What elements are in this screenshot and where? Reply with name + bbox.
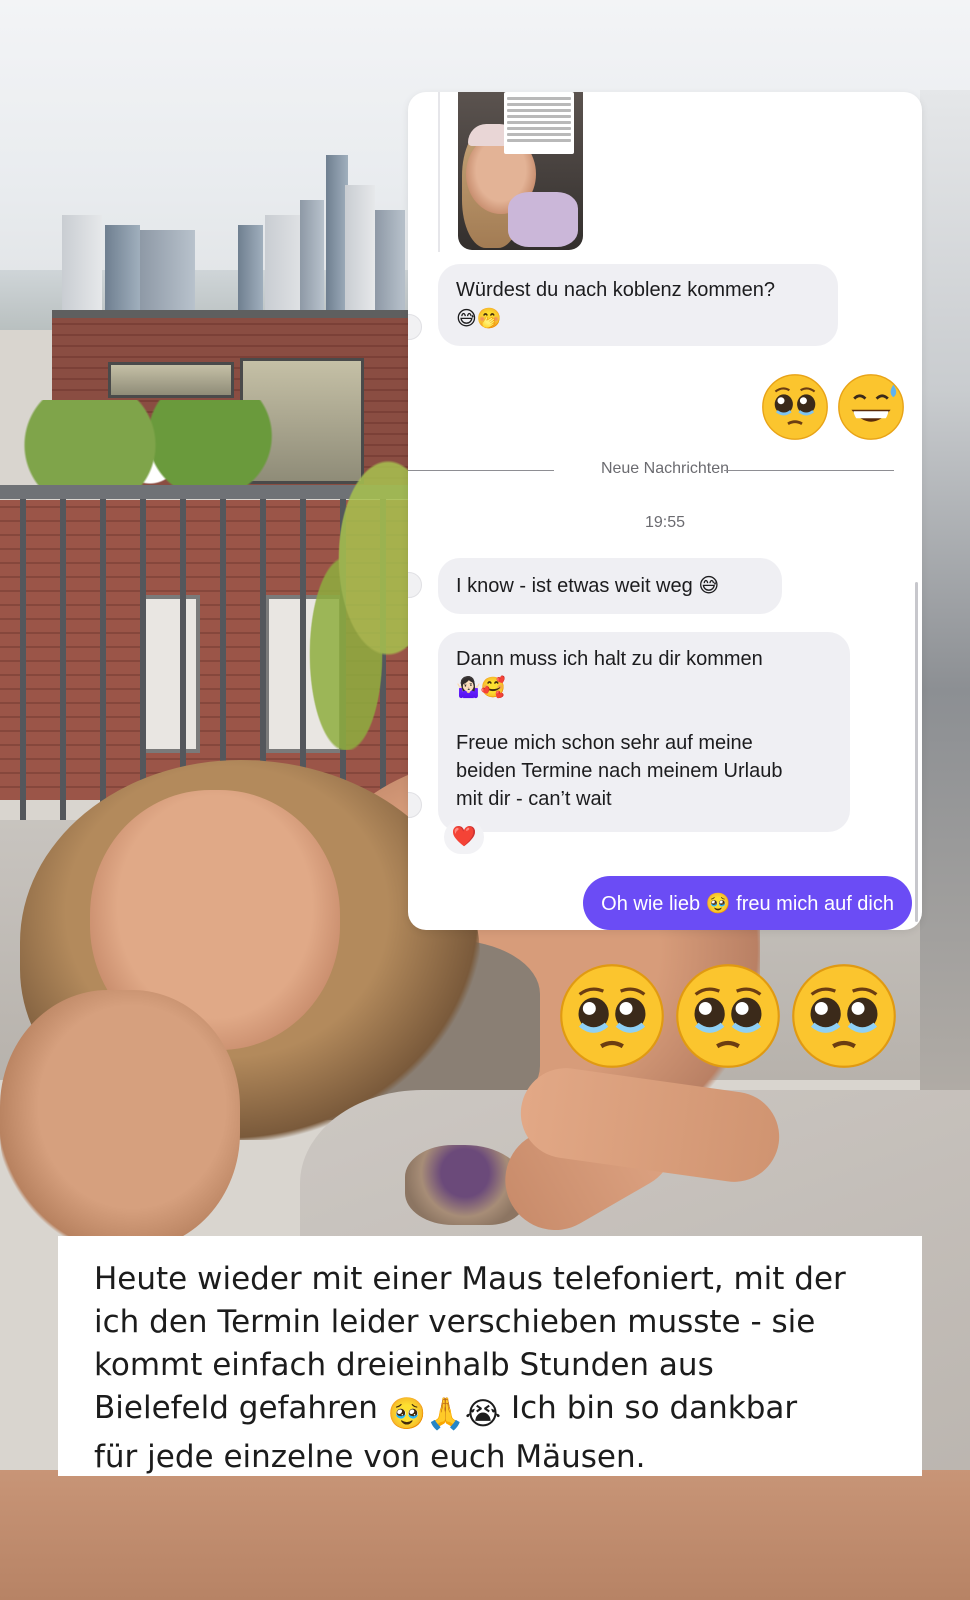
story-shirt	[508, 192, 578, 247]
message-emojis: 😅🤭	[456, 306, 502, 330]
story-caption: Heute wieder mit einer Maus telefoniert,…	[58, 1236, 922, 1476]
message-line: mit dir - can’t wait	[456, 788, 612, 810]
heart-icon: ❤️	[451, 826, 477, 848]
railing-bar	[20, 499, 26, 859]
new-messages-divider: Neue Nachrichten	[408, 460, 922, 480]
background-right-edge	[920, 90, 970, 1090]
pleading-face-icon	[676, 964, 780, 1068]
reply-thread-line	[438, 92, 440, 252]
message-bubble-received[interactable]: I know - ist etwas weit weg 😅	[438, 558, 782, 614]
sender-avatar[interactable]	[408, 572, 422, 598]
heart-reaction[interactable]: ❤️	[444, 820, 484, 854]
railing-bar	[60, 499, 66, 859]
story-text-sticker	[504, 92, 574, 154]
message-bubble-received[interactable]: Dann muss ich halt zu dir kommen 🤷🏻‍♀️🥰 …	[438, 632, 850, 832]
message-emoji: 🥹	[705, 891, 731, 915]
message-bubble-sent[interactable]: Oh wie lieb 🥹 freu mich auf dich	[583, 876, 912, 930]
message-text: I know - ist etwas weit weg	[456, 575, 693, 597]
caption-text: Ich bin so dankbar	[511, 1390, 798, 1426]
skyline-building	[62, 215, 102, 310]
overlay-emoji-row	[558, 962, 898, 1070]
caption-line: Heute wieder mit einer Maus telefoniert,…	[94, 1261, 846, 1297]
message-text: Oh wie lieb	[601, 893, 701, 915]
shared-story-thumbnail[interactable]	[458, 92, 583, 250]
timestamp: 19:55	[644, 514, 686, 531]
message-line: Dann muss ich halt zu dir kommen	[456, 648, 763, 670]
pleading-face-icon	[762, 374, 828, 440]
message-emoji: 😅	[698, 573, 720, 597]
grinning-sweat-face-icon	[838, 374, 904, 440]
skyline-building	[105, 225, 140, 310]
message-line: beiden Termine nach meinem Urlaub	[456, 760, 783, 782]
client-body	[0, 1470, 970, 1600]
sender-avatar[interactable]	[408, 314, 422, 340]
skyline-building	[300, 200, 324, 310]
caption-text: Bielefeld gefahren	[94, 1390, 378, 1426]
skyline-building	[238, 225, 263, 310]
message-text: freu mich auf dich	[736, 893, 894, 915]
skyline-building	[375, 210, 405, 310]
message-big-emojis-sent[interactable]	[760, 372, 906, 442]
sender-avatar[interactable]	[408, 792, 422, 818]
message-bubble-received[interactable]: Würdest du nach koblenz kommen? 😅🤭	[438, 264, 838, 346]
skyline-building	[140, 230, 195, 310]
caption-line: ich den Termin leider verschieben musste…	[94, 1304, 816, 1340]
pleading-face-icon	[792, 964, 896, 1068]
house-window	[108, 362, 234, 398]
caption-line: für jede einzelne von euch Mäusen.	[94, 1439, 646, 1475]
pleading-face-icon	[560, 964, 664, 1068]
scrollbar[interactable]	[915, 582, 918, 922]
caption-emojis: 🥹🙏😭	[387, 1396, 502, 1432]
skyline-building	[345, 185, 375, 310]
divider-line	[724, 470, 894, 471]
caption-line: Bielefeld gefahren 🥹🙏😭 Ich bin so dankba…	[94, 1387, 892, 1436]
message-text: Würdest du nach koblenz kommen?	[456, 279, 776, 301]
divider-label: Neue Nachrichten	[600, 460, 730, 477]
client-face	[0, 990, 240, 1250]
flower-bushes	[0, 400, 300, 490]
chat-screenshot: Würdest du nach koblenz kommen? 😅🤭 Neue …	[408, 92, 922, 930]
message-emojis: 🤷🏻‍♀️🥰	[456, 675, 506, 699]
caption-line: kommt einfach dreieinhalb Stunden aus	[94, 1347, 714, 1383]
message-line: Freue mich schon sehr auf meine	[456, 732, 753, 754]
